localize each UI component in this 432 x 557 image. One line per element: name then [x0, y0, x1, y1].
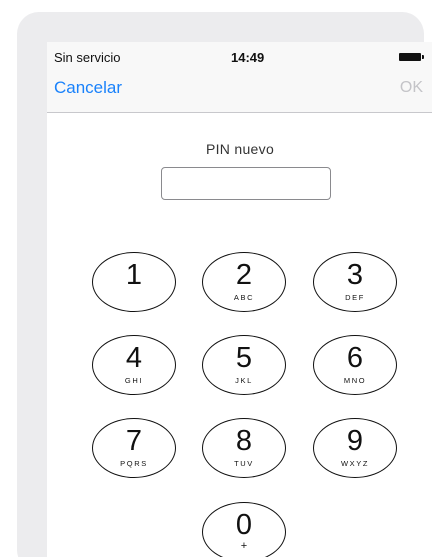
cancel-button[interactable]: Cancelar — [54, 78, 122, 98]
status-time: 14:49 — [231, 50, 265, 65]
key-letters: GHI — [124, 376, 144, 385]
key-digit: 7 — [125, 425, 143, 457]
key-digit: 1 — [125, 259, 143, 291]
ok-button[interactable]: OK — [400, 79, 423, 97]
key-letters: MNO — [343, 376, 367, 385]
key-digit: 4 — [125, 342, 143, 374]
key-plus-sign: + — [240, 540, 248, 552]
key-digit: 9 — [346, 425, 364, 457]
key-digit: 5 — [235, 342, 253, 374]
keypad-key-2[interactable]: 2 ABC — [202, 252, 286, 312]
keypad-key-6[interactable]: 6 MNO — [313, 335, 397, 395]
keypad-key-3[interactable]: 3 DEF — [313, 252, 397, 312]
key-digit: 8 — [235, 425, 253, 457]
keypad-key-4[interactable]: 4 GHI — [92, 335, 176, 395]
keypad-key-1[interactable]: 1 — [92, 252, 176, 312]
key-letters: ABC — [233, 293, 255, 302]
pin-label: PIN nuevo — [205, 141, 275, 157]
keypad-key-9[interactable]: 9 WXYZ — [313, 418, 397, 478]
key-letters: DEF — [345, 293, 365, 302]
key-letters: PQRS — [120, 459, 148, 468]
phone-screen: Sin servicio 14:49 Cancelar OK PIN nuevo… — [47, 42, 432, 557]
keypad-key-7[interactable]: 7 PQRS — [92, 418, 176, 478]
navigation-area: Sin servicio 14:49 Cancelar OK — [47, 42, 432, 113]
key-digit: 6 — [346, 342, 364, 374]
key-letters: TUV — [234, 459, 254, 468]
key-letters: JKL — [235, 376, 253, 385]
key-digit: 2 — [235, 259, 253, 291]
phone-frame: Sin servicio 14:49 Cancelar OK PIN nuevo… — [17, 12, 432, 557]
key-letters: WXYZ — [340, 459, 370, 468]
keypad-key-0[interactable]: 0 + — [202, 502, 286, 557]
keypad-key-5[interactable]: 5 JKL — [202, 335, 286, 395]
key-digit: 0 — [235, 509, 253, 541]
keypad-key-8[interactable]: 8 TUV — [202, 418, 286, 478]
key-digit: 3 — [346, 259, 364, 291]
carrier-label: Sin servicio — [54, 50, 121, 65]
pin-input[interactable] — [161, 167, 331, 200]
battery-full-icon — [399, 53, 424, 61]
page: Sin servicio 14:49 Cancelar OK PIN nuevo… — [0, 0, 432, 557]
